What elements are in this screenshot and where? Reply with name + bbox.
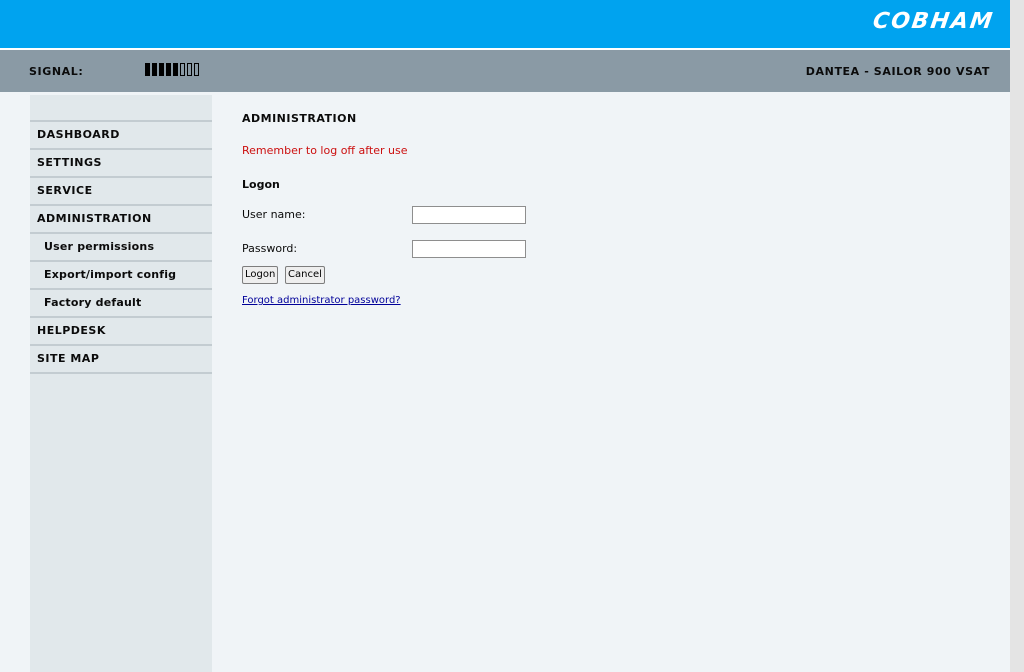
sidebar-item-site-map[interactable]: SITE MAP xyxy=(30,344,212,372)
logon-button[interactable]: Logon xyxy=(242,266,279,284)
vertical-scrollbar[interactable] xyxy=(1010,0,1024,672)
signal-bar xyxy=(194,63,199,76)
signal-bar xyxy=(145,63,150,76)
sidebar-item-service[interactable]: SERVICE xyxy=(30,176,212,204)
sidebar-item-factory-default[interactable]: Factory default xyxy=(30,288,212,316)
sidebar-divider xyxy=(30,372,212,374)
signal-bar xyxy=(173,63,178,76)
top-banner: COBHAM xyxy=(0,0,1010,48)
sidebar-item-administration[interactable]: ADMINISTRATION xyxy=(30,204,212,232)
sidebar-item-settings[interactable]: SETTINGS xyxy=(30,148,212,176)
cancel-button[interactable]: Cancel xyxy=(285,266,325,284)
sidebar-nav: DASHBOARD SETTINGS SERVICE ADMINISTRATIO… xyxy=(30,120,212,374)
signal-bar xyxy=(152,63,157,76)
signal-bar xyxy=(166,63,171,76)
device-name: DANTEA - SAILOR 900 VSAT xyxy=(805,65,990,78)
password-label: Password: xyxy=(242,242,298,255)
logoff-warning: Remember to log off after use xyxy=(242,144,408,157)
sidebar-item-user-permissions[interactable]: User permissions xyxy=(30,232,212,260)
sidebar-item-helpdesk[interactable]: HELPDESK xyxy=(30,316,212,344)
signal-bar xyxy=(159,63,164,76)
page-title: ADMINISTRATION xyxy=(242,112,357,125)
username-label: User name: xyxy=(242,208,306,221)
forgot-password-link[interactable]: Forgot administrator password? xyxy=(242,295,401,306)
signal-label: SIGNAL: xyxy=(29,65,84,78)
sidebar-item-dashboard[interactable]: DASHBOARD xyxy=(30,120,212,148)
logon-section-title: Logon xyxy=(242,178,280,191)
signal-bar xyxy=(180,63,185,76)
signal-strength-indicator xyxy=(145,63,199,76)
status-bar: SIGNAL: DANTEA - SAILOR 900 VSAT xyxy=(0,50,1010,92)
password-input[interactable] xyxy=(412,240,526,258)
sidebar: DASHBOARD SETTINGS SERVICE ADMINISTRATIO… xyxy=(30,95,212,672)
sidebar-item-export-import-config[interactable]: Export/import config xyxy=(30,260,212,288)
username-input[interactable] xyxy=(412,206,526,224)
signal-bar xyxy=(187,63,192,76)
cobham-logo: COBHAM xyxy=(871,9,996,34)
